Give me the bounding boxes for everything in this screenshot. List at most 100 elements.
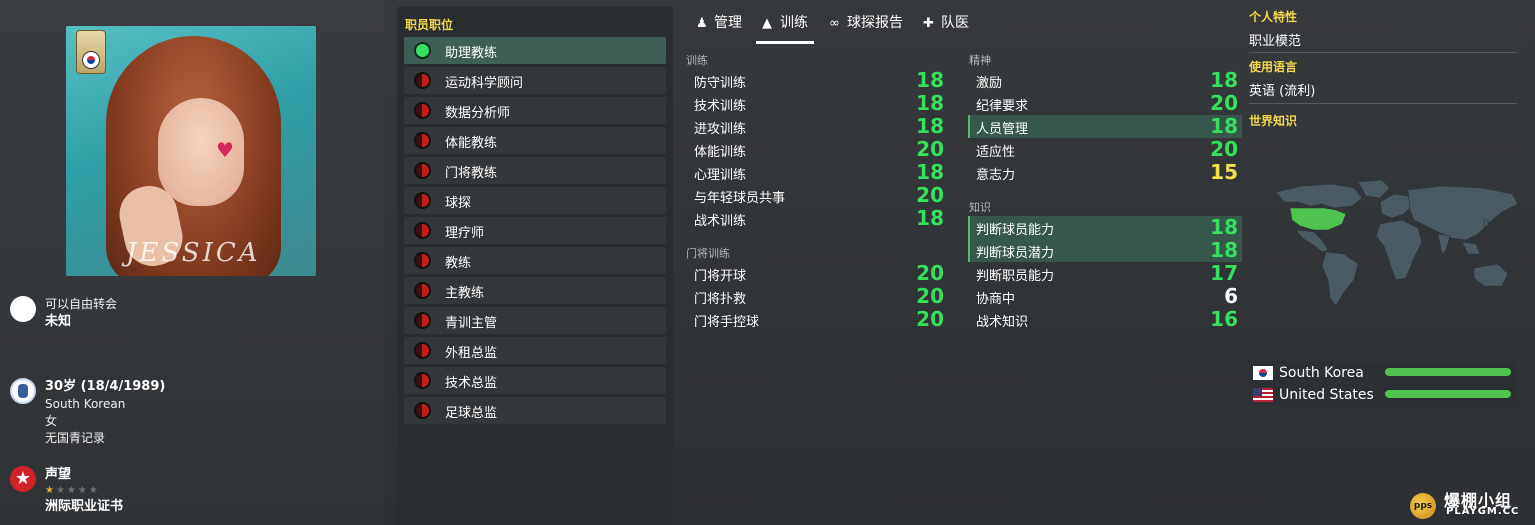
map-asia[interactable] [1407,185,1519,241]
attribute-row[interactable]: 人员管理 18 [968,115,1242,138]
attribute-row[interactable]: 适应性 20 [968,138,1242,161]
attribute-row[interactable]: 与年轻球员共事 20 [686,184,948,207]
attribute-row[interactable]: 门将扑救 20 [686,285,948,308]
attribute-value: 6 [1224,284,1238,308]
binoculars-icon: ∞ [829,16,840,31]
attribute-value: 20 [916,307,944,331]
attribute-row[interactable]: 门将手控球 20 [686,308,948,331]
attribute-name: 体能训练 [694,145,747,160]
role-item[interactable]: 数据分析师 [404,97,666,124]
attribute-value: 18 [1210,68,1238,92]
south-korea-badge-icon [82,51,100,69]
usa-flag-icon [1253,388,1273,402]
attribute-name: 战术知识 [976,315,1029,330]
map-southeast-asia[interactable] [1461,241,1481,255]
attribute-row[interactable]: 心理训练 18 [686,161,948,184]
country-name: South Korea [1279,365,1364,381]
attribute-row[interactable]: 协商中 6 [968,285,1242,308]
tab-training[interactable]: ▲ 训练 [756,12,814,44]
role-suitability-icon [414,402,431,419]
attribute-name: 门将开球 [694,269,747,284]
attribute-name: 技术训练 [694,99,747,114]
attribute-name: 门将手控球 [694,315,760,330]
languages-title: 使用语言 [1249,60,1298,74]
map-south-korea[interactable] [1483,219,1489,227]
attribute-row[interactable]: 纪律要求 20 [968,92,1242,115]
attribute-row[interactable]: 激励 18 [968,69,1242,92]
map-india[interactable] [1437,233,1451,255]
map-greenland[interactable] [1357,180,1391,199]
world-knowledge-map[interactable] [1262,180,1524,310]
attribute-row[interactable]: 防守训练 18 [686,69,948,92]
attribute-row[interactable]: 进攻训练 18 [686,115,948,138]
country-knowledge-row[interactable]: United States [1249,384,1517,406]
tab-label: 管理 [714,15,742,31]
tab-management[interactable]: ♟ 管理 [696,12,742,44]
attribute-name: 判断球员潜力 [976,246,1055,261]
watermark-logo-icon: pps [1410,493,1436,519]
role-item[interactable]: 足球总监 [404,397,666,424]
role-label: 门将教练 [445,166,498,181]
attribute-value: 20 [916,183,944,207]
role-suitability-icon [414,192,431,209]
attribute-value: 18 [1210,238,1238,262]
country-knowledge-row[interactable]: South Korea [1249,362,1517,384]
attribute-row[interactable]: 判断球员潜力 18 [968,239,1242,262]
attribute-value: 18 [916,206,944,230]
attribute-row[interactable]: 技术训练 18 [686,92,948,115]
attribute-row[interactable]: 判断球员能力 18 [968,216,1242,239]
map-africa[interactable] [1375,219,1423,281]
south-korea-flag-icon [1253,366,1273,380]
attribute-name: 战术训练 [694,214,747,229]
traits-value[interactable]: 职业模范 [1249,30,1301,49]
attribute-row[interactable]: 战术训练 18 [686,207,948,230]
role-suitability-icon [414,252,431,269]
nation-badge-icon [10,378,36,404]
role-item[interactable]: 技术总监 [404,367,666,394]
role-item[interactable]: 理疗师 [404,217,666,244]
attribute-name: 纪律要求 [976,99,1029,114]
attribute-name: 判断职员能力 [976,269,1055,284]
role-item[interactable]: 主教练 [404,277,666,304]
role-item[interactable]: 青训主管 [404,307,666,334]
staff-roles-panel: 职员职位 助理教练 运动科学顾问 数据分析师 体能教练 门将教练 球探 理疗师 教练 主教练 青训… [397,6,673,525]
reputation-stars: ★★★★★ [45,485,100,496]
attribute-row[interactable]: 意志力 15 [968,161,1242,184]
attribute-row[interactable]: 门将开球 20 [686,262,948,285]
attribute-name: 适应性 [976,145,1016,160]
role-suitability-icon [414,342,431,359]
role-item[interactable]: 外租总监 [404,337,666,364]
map-south-america[interactable] [1321,251,1359,307]
transfer-value: 未知 [45,314,72,329]
attribute-value: 20 [916,137,944,161]
tab-label: 队医 [941,15,969,31]
role-label: 青训主管 [445,316,498,331]
staff-portrait[interactable]: ♥ JESSICA [66,26,316,276]
attribute-name: 与年轻球员共事 [694,191,786,206]
attribute-row[interactable]: 体能训练 20 [686,138,948,161]
nationality[interactable]: South Korean [45,396,375,413]
role-item[interactable]: 球探 [404,187,666,214]
attribute-name: 心理训练 [694,168,747,183]
role-label: 球探 [445,196,472,211]
attribute-value: 20 [916,261,944,285]
role-item[interactable]: 运动科学顾问 [404,67,666,94]
attribute-value: 15 [1210,160,1238,184]
tab-scout-report[interactable]: ∞ 球探报告 [829,12,903,44]
role-item[interactable]: 体能教练 [404,127,666,154]
attribute-row[interactable]: 战术知识 16 [968,308,1242,331]
map-australia[interactable] [1473,263,1509,287]
attribute-value: 20 [916,284,944,308]
map-europe[interactable] [1379,193,1413,219]
map-canada[interactable] [1275,183,1363,209]
transfer-status: 可以自由转会 [45,297,118,311]
divider [1249,52,1517,53]
divider [1249,103,1517,104]
role-item[interactable]: 门将教练 [404,157,666,184]
map-united-states[interactable] [1289,207,1347,231]
tab-medical[interactable]: ✚ 队医 [923,12,969,44]
role-item[interactable]: 助理教练 [404,37,666,64]
role-item[interactable]: 教练 [404,247,666,274]
attribute-row[interactable]: 判断职员能力 17 [968,262,1242,285]
map-central-america[interactable] [1295,229,1329,253]
